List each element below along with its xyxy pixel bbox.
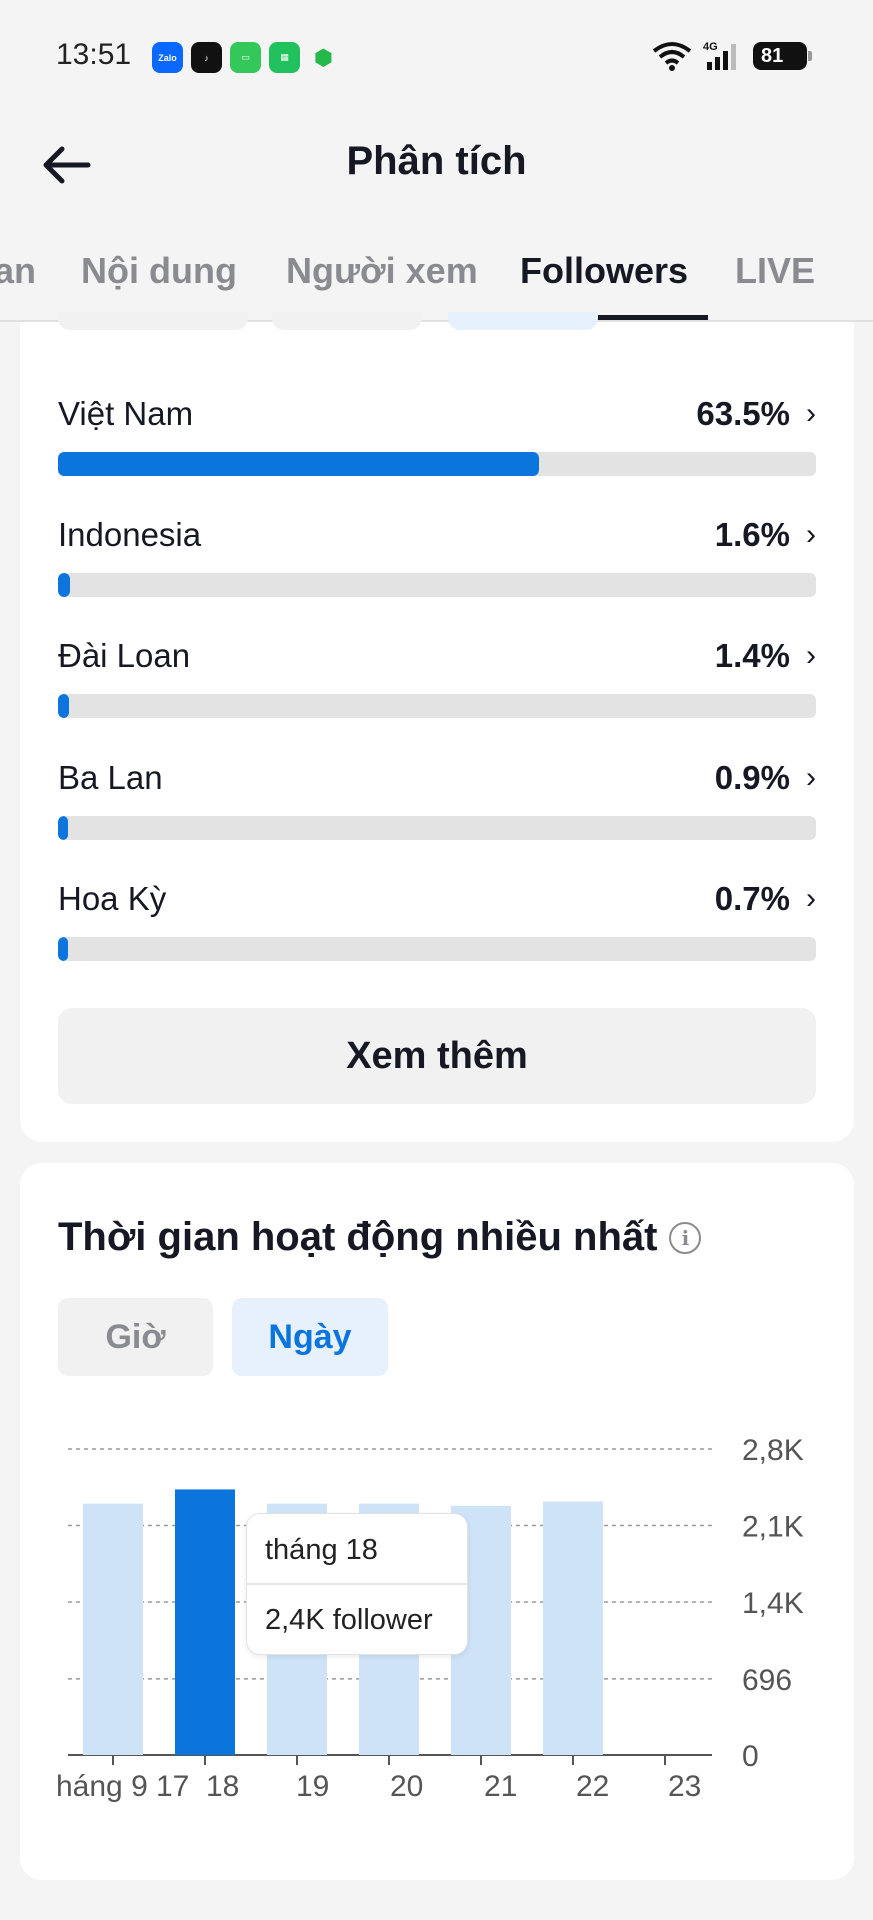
hidden-filter-pill (58, 312, 248, 330)
hidden-filter-pill (272, 312, 422, 330)
progress-fill (58, 573, 71, 597)
x-tick-label: 22 (576, 1770, 609, 1803)
country-name: Ba Lan (58, 759, 163, 796)
chart-bar (83, 1503, 143, 1755)
chevron-right-icon: › (806, 882, 816, 915)
country-name: Đài Loan (58, 637, 191, 674)
tab-overview[interactable]: an (0, 250, 36, 292)
chevron-right-icon: › (806, 639, 816, 672)
y-tick-label: 0 (742, 1740, 759, 1773)
country-row[interactable]: Việt Nam 63.5% › (58, 395, 816, 485)
messages-icon: ▭ (230, 42, 261, 73)
network-type: 4G (703, 41, 718, 53)
country-percent: 0.7% (714, 880, 790, 917)
country-row[interactable]: Hoa Kỳ 0.7% › (58, 880, 816, 970)
status-indicators: 4G 81 (651, 40, 812, 72)
section-title: Thời gian hoạt động nhiều nhất i (58, 1215, 702, 1260)
chevron-right-icon: › (806, 761, 816, 794)
page-title: Phân tích (346, 139, 527, 183)
x-tick-label: 23 (668, 1770, 701, 1803)
country-percent: 1.6% (714, 516, 790, 553)
y-tick-label: 2,8K (742, 1434, 804, 1467)
country-percent: 63.5% (696, 395, 790, 432)
chart-tooltip: tháng 18 2,4K follower (246, 1513, 468, 1655)
filter-day-button[interactable]: Ngày (232, 1298, 388, 1376)
tiktok-icon: ♪ (191, 42, 222, 73)
x-tick-label: 18 (206, 1770, 239, 1803)
tooltip-divider (247, 1583, 467, 1585)
country-row[interactable]: Ba Lan 0.9% › (58, 759, 816, 849)
progress-track (58, 573, 816, 597)
country-name: Việt Nam (58, 395, 194, 432)
tab-content[interactable]: Nội dung (81, 250, 237, 292)
chevron-right-icon: › (806, 397, 816, 430)
country-name: Indonesia (58, 516, 202, 553)
x-tick-label: 20 (390, 1770, 423, 1803)
progress-track (58, 694, 816, 718)
country-name: Hoa Kỳ (58, 880, 167, 917)
battery-indicator: 81 (753, 42, 812, 70)
country-row[interactable]: Đài Loan 1.4% › (58, 637, 816, 727)
country-percent: 1.4% (714, 637, 790, 674)
y-tick-label: 2,1K (742, 1511, 804, 1544)
tab-live[interactable]: LIVE (735, 250, 815, 292)
app-header: Phân tích (0, 115, 873, 210)
x-tick-label: 19 (296, 1770, 329, 1803)
battery-level: 81 (761, 44, 784, 67)
status-time: 13:51 (56, 38, 132, 71)
signal-icon: 4G (703, 41, 736, 70)
chevron-right-icon: › (806, 518, 816, 551)
tooltip-value: 2,4K follower (265, 1604, 433, 1636)
shield-icon: ⬢ (313, 44, 334, 70)
x-tick-label: 21 (484, 1770, 517, 1803)
tab-bar: an Nội dung Người xem Followers LIVE (0, 222, 873, 322)
notification-icons: Zalo ♪ ▭ ▦ ⬢ (152, 42, 339, 73)
x-tick-label: háng 9 (56, 1770, 148, 1803)
progress-fill (58, 937, 68, 961)
activity-time-card: Thời gian hoạt động nhiều nhất i Giờ Ngà… (20, 1163, 854, 1880)
chart-bar (175, 1489, 235, 1755)
tab-followers[interactable]: Followers (520, 250, 688, 292)
progress-fill (58, 452, 540, 476)
y-tick-label: 696 (742, 1664, 792, 1697)
progress-track (58, 816, 816, 840)
tab-viewers[interactable]: Người xem (286, 250, 478, 292)
info-icon[interactable]: i (669, 1221, 702, 1254)
progress-track (58, 937, 816, 961)
progress-fill (58, 694, 69, 718)
x-tick-label: 17 (156, 1770, 189, 1803)
country-row[interactable]: Indonesia 1.6% › (58, 516, 816, 606)
y-tick-label: 1,4K (742, 1587, 804, 1620)
hidden-filter-pill (448, 312, 598, 330)
wifi-icon (652, 42, 692, 71)
followers-country-card: Việt Nam 63.5% › Indonesia 1.6% › Đài Lo… (20, 312, 854, 1142)
tooltip-label: tháng 18 (265, 1534, 378, 1566)
progress-track (58, 452, 816, 476)
country-percent: 0.9% (714, 759, 790, 796)
chart-bar (543, 1501, 603, 1755)
zalo-icon: Zalo (152, 42, 183, 73)
progress-fill (58, 816, 68, 840)
see-more-button[interactable]: Xem thêm (58, 1008, 816, 1104)
section-title-text: Thời gian hoạt động nhiều nhất (58, 1215, 658, 1259)
filter-hour-button[interactable]: Giờ (58, 1298, 213, 1376)
status-bar: 13:51 Zalo ♪ ▭ ▦ ⬢ 4G 81 (0, 0, 873, 115)
store-icon: ▦ (269, 42, 300, 73)
